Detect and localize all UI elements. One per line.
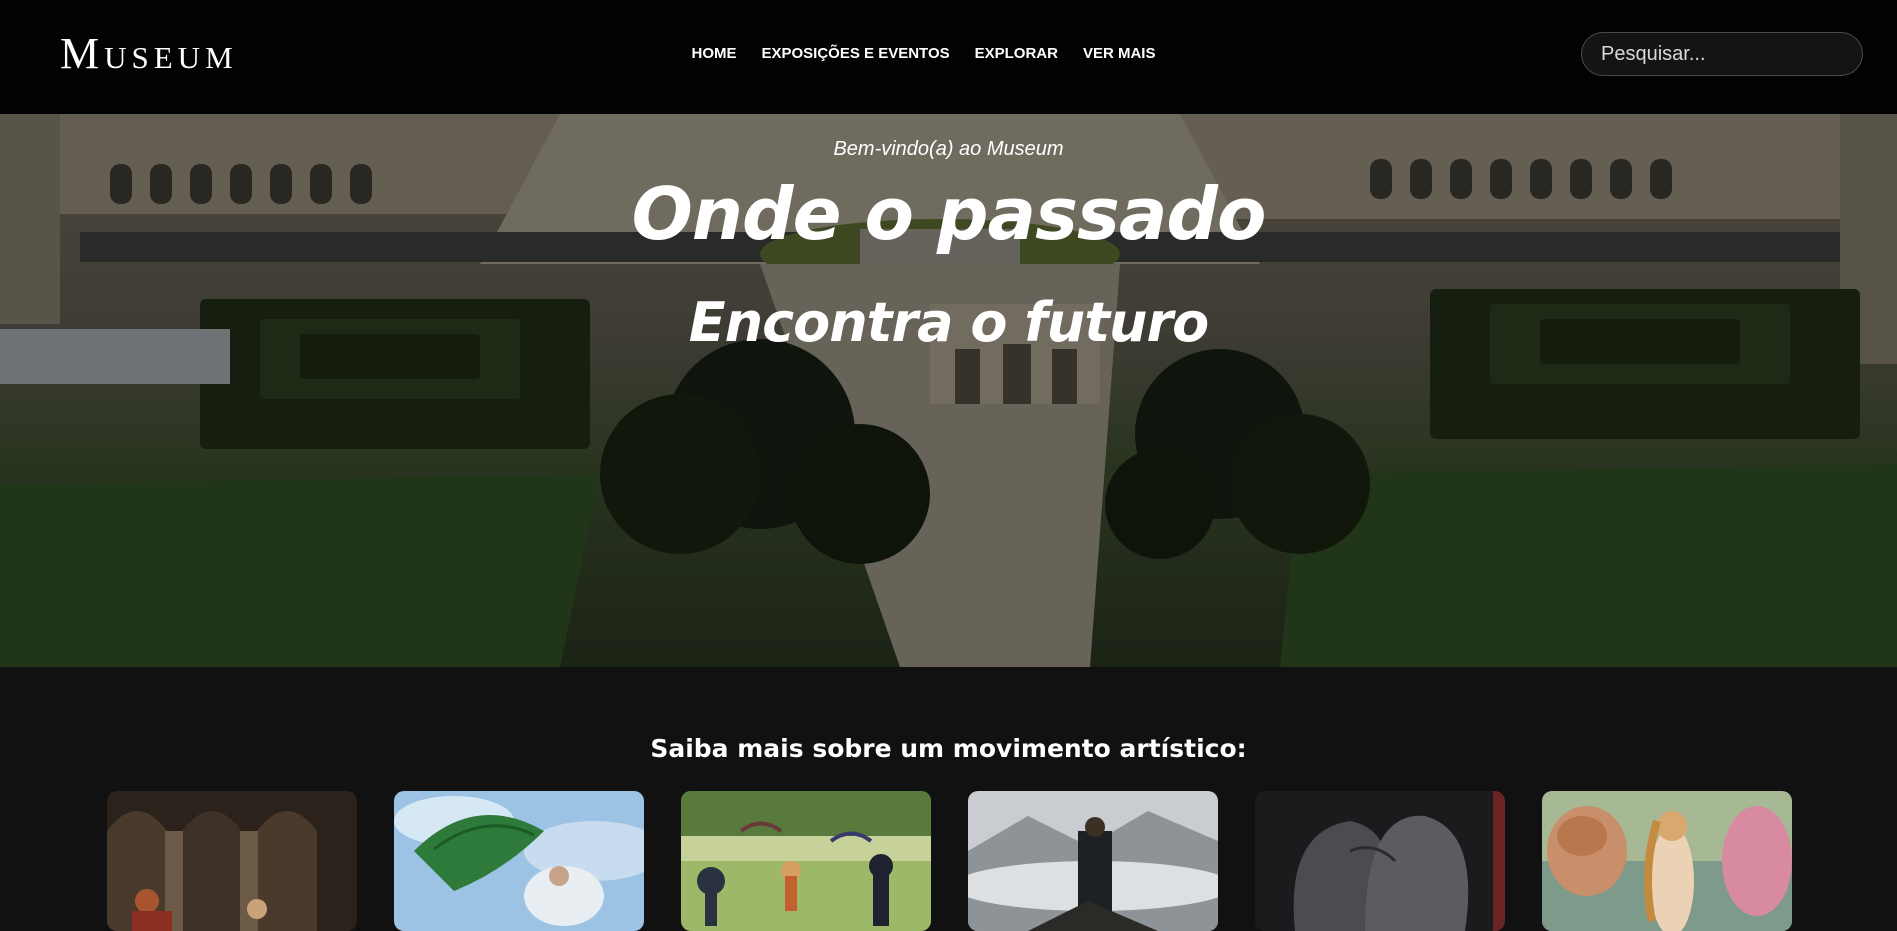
- movement-card-2[interactable]: [394, 791, 644, 931]
- nav-home[interactable]: HOME: [692, 44, 737, 64]
- hero-welcome-text: Bem-vindo(a) ao Museum: [833, 138, 1064, 160]
- impressionist-parasol-painting-thumbnail: [394, 791, 644, 931]
- movement-card-3[interactable]: [681, 791, 931, 931]
- movement-card-6[interactable]: [1542, 791, 1792, 931]
- hero-title-line-1: Onde o passado: [631, 172, 1267, 256]
- nav-see-more[interactable]: VER MAIS: [1083, 44, 1156, 64]
- pointillist-park-painting-thumbnail: [681, 791, 931, 931]
- movement-card-5[interactable]: [1255, 791, 1505, 931]
- search-input[interactable]: [1581, 32, 1863, 76]
- romantic-wanderer-painting-thumbnail: [968, 791, 1218, 931]
- nav-exhibitions-events[interactable]: EXPOSIÇÕES E EVENTOS: [762, 44, 950, 64]
- site-header: Museum HOME EXPOSIÇÕES E EVENTOS EXPLORA…: [0, 0, 1897, 114]
- art-movements-heading: Saiba mais sobre um movimento artístico:: [650, 734, 1247, 763]
- renaissance-venus-painting-thumbnail: [1542, 791, 1792, 931]
- neoclassical-painting-thumbnail: [107, 791, 357, 931]
- surrealist-lovers-painting-thumbnail: [1255, 791, 1505, 931]
- hero-banner: Bem-vindo(a) ao Museum Onde o passado En…: [0, 114, 1897, 667]
- movement-card-1[interactable]: [107, 791, 357, 931]
- hero-title-line-2: Encontra o futuro: [688, 291, 1209, 354]
- movement-card-4[interactable]: [968, 791, 1218, 931]
- nav-explore[interactable]: EXPLORAR: [975, 44, 1058, 64]
